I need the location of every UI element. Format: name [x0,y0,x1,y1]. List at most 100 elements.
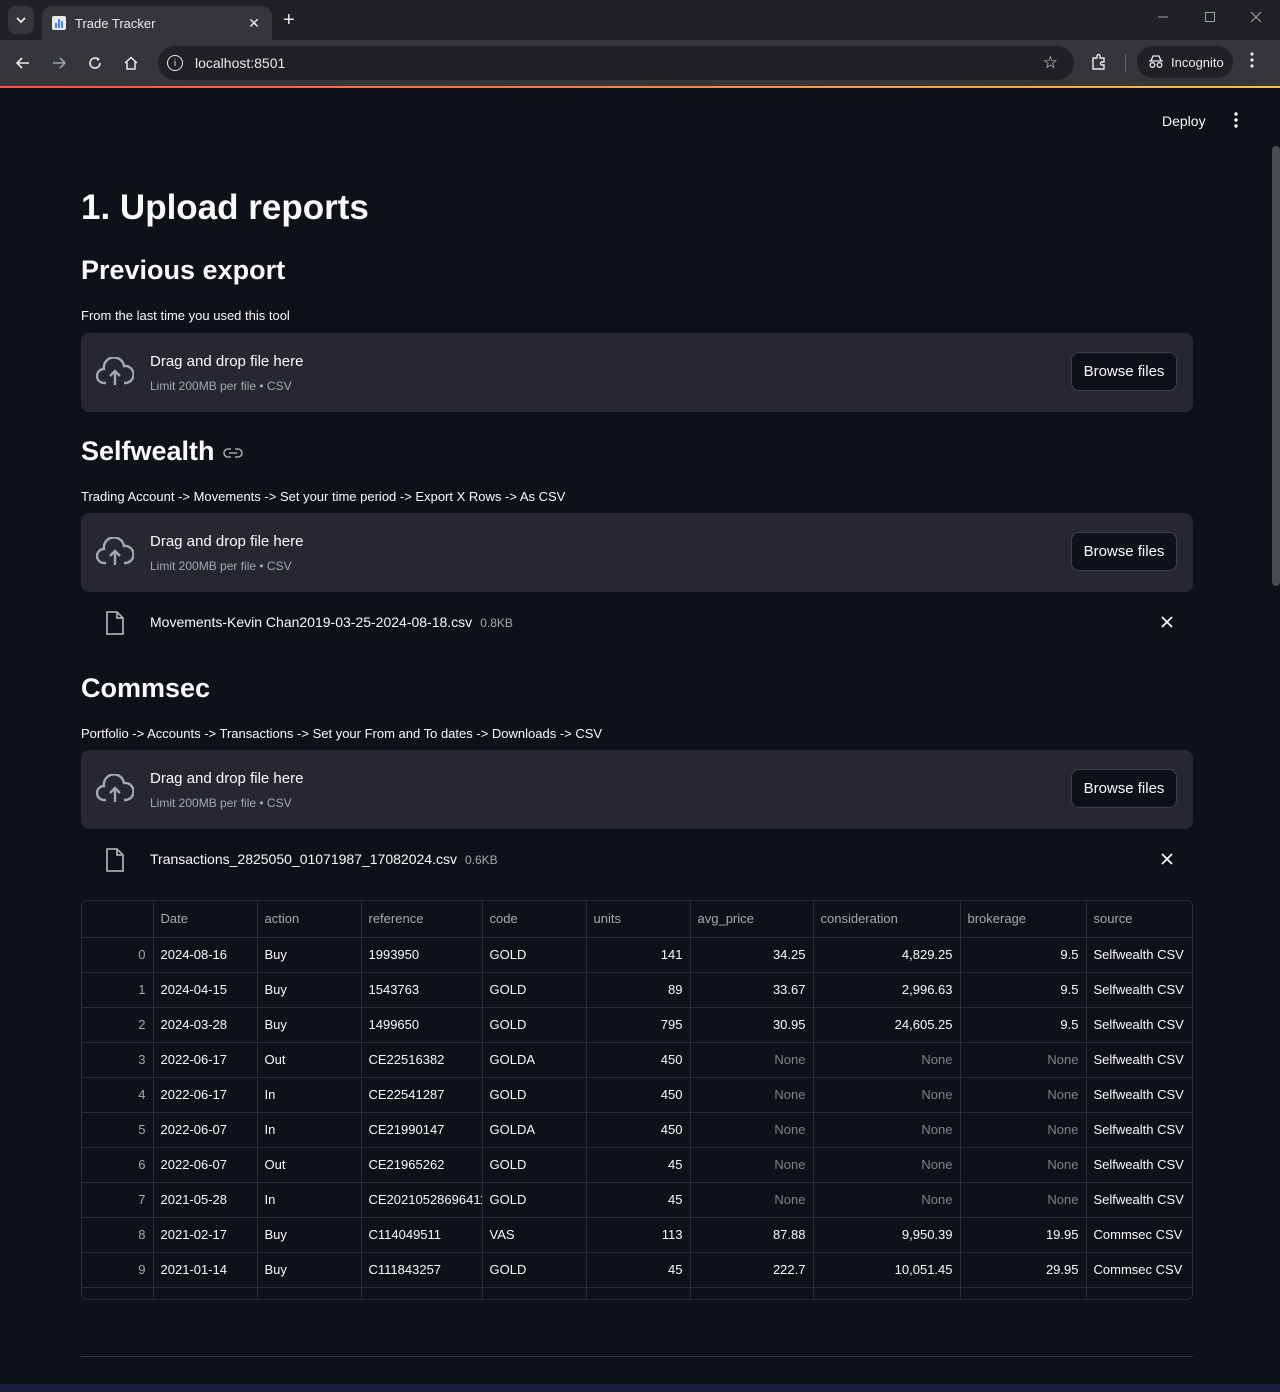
table-cell[interactable]: 450 [586,1112,691,1148]
table-cell[interactable]: GOLD [482,1007,587,1043]
table-row[interactable]: 0 2024-08-16 Buy 1993950 GOLD 141 34.25 4,829.2… [82,937,1192,973]
table-cell[interactable]: GOLD [482,1077,587,1113]
home-icon[interactable] [120,52,142,74]
table-cell[interactable]: Selfwealth CSV [1086,972,1192,1008]
browse-files-button[interactable]: Browse files [1071,532,1177,571]
table-row[interactable]: 7 2021-05-28 In CE20210528696411 GOLD 45 None N… [82,1182,1192,1218]
table-cell[interactable]: 10,051.45 [813,1252,961,1288]
table-cell[interactable]: CE21990147 [361,1112,483,1148]
table-cell[interactable]: Commsec CSV [1086,1252,1192,1288]
column-header[interactable]: brokerage [960,901,1087,938]
table-cell[interactable]: 6 [82,1147,154,1183]
minimize-icon[interactable] [1157,10,1169,26]
table-cell[interactable]: CE22516382 [361,1042,483,1078]
table-cell[interactable]: C111843257 [361,1252,483,1288]
table-cell[interactable]: GOLD [482,972,587,1008]
reload-icon[interactable] [84,52,106,74]
table-cell[interactable]: None [813,1147,961,1183]
table-cell[interactable]: Selfwealth CSV [1086,1077,1192,1113]
table-cell[interactable]: 2,996.63 [813,972,961,1008]
table-cell[interactable]: 87.88 [690,1217,814,1253]
table-cell[interactable]: 7 [82,1182,154,1218]
table-cell[interactable]: GOLD [482,1182,587,1218]
table-cell[interactable]: In [257,1077,362,1113]
table-cell[interactable]: None [960,1042,1087,1078]
table-cell[interactable]: 2022-06-17 [153,1077,258,1113]
table-cell[interactable]: Selfwealth CSV [1086,1042,1192,1078]
table-cell[interactable]: 30.95 [690,1007,814,1043]
bookmark-star-icon[interactable]: ☆ [1043,53,1058,73]
table-cell[interactable]: CE21965262 [361,1147,483,1183]
maximize-icon[interactable] [1204,10,1216,26]
table-cell[interactable]: 2022-06-17 [153,1042,258,1078]
address-bar[interactable]: i localhost:8501 ☆ [158,46,1074,80]
table-cell[interactable]: 113 [586,1217,691,1253]
column-header[interactable]: avg_price [690,901,814,938]
column-header[interactable]: action [257,901,362,938]
table-cell[interactable]: 1543763 [361,972,483,1008]
extensions-puzzle-icon[interactable] [1090,53,1108,76]
remove-file-icon[interactable] [1161,849,1173,870]
table-cell[interactable]: None [690,1077,814,1113]
table-cell[interactable]: 8 [82,1217,154,1253]
table-cell[interactable]: GOLDA [482,1042,587,1078]
table-row[interactable]: 5 2022-06-07 In CE21990147 GOLDA 450 None None N… [82,1112,1192,1148]
table-row[interactable]: 3 2022-06-17 Out CE22516382 GOLDA 450 None None… [82,1042,1192,1078]
table-cell[interactable]: 89 [586,972,691,1008]
table-cell[interactable]: GOLDA [482,1112,587,1148]
table-cell[interactable]: GOLD [482,1252,587,1288]
table-cell[interactable]: 2024-08-16 [153,937,258,973]
table-cell[interactable]: Selfwealth CSV [1086,1007,1192,1043]
table-cell[interactable]: 1993950 [361,937,483,973]
table-row[interactable]: 6 2022-06-07 Out CE21965262 GOLD 45 None None No… [82,1147,1192,1183]
table-row[interactable]: 4 2022-06-17 In CE22541287 GOLD 450 None None No… [82,1077,1192,1113]
table-cell[interactable]: 1499650 [361,1007,483,1043]
table-cell[interactable]: None [960,1112,1087,1148]
table-cell[interactable]: Buy [257,972,362,1008]
table-cell[interactable]: 450 [586,1042,691,1078]
table-cell[interactable]: CE20210528696411 [361,1182,483,1218]
table-row[interactable]: 2 2024-03-28 Buy 1499650 GOLD 795 30.95 24,605.… [82,1007,1192,1043]
column-header[interactable]: reference [361,901,483,938]
table-cell[interactable]: Commsec CSV [1086,1217,1192,1253]
page-scrollbar[interactable] [1272,146,1280,586]
table-cell[interactable]: 2024-03-28 [153,1007,258,1043]
table-cell[interactable]: 9.5 [960,937,1087,973]
table-cell[interactable]: C114049511 [361,1217,483,1253]
forward-arrow-icon[interactable] [48,52,70,74]
table-cell[interactable]: 3 [82,1042,154,1078]
table-cell[interactable]: 9.5 [960,1007,1087,1043]
table-cell[interactable]: 9.5 [960,972,1087,1008]
table-cell[interactable]: 795 [586,1007,691,1043]
table-cell[interactable]: 33.67 [690,972,814,1008]
incognito-badge[interactable]: Incognito [1137,46,1233,78]
table-cell[interactable]: VAS [482,1217,587,1253]
table-cell[interactable]: 24,605.25 [813,1007,961,1043]
browse-files-button[interactable]: Browse files [1071,352,1177,391]
table-cell[interactable]: Out [257,1042,362,1078]
table-cell[interactable]: 2021-05-28 [153,1182,258,1218]
column-header[interactable]: source [1086,901,1192,938]
deploy-button[interactable]: Deploy [1162,113,1206,129]
commsec-dropzone[interactable]: Drag and drop file here Limit 200MB per … [81,750,1193,829]
previous-export-dropzone[interactable]: Drag and drop file here Limit 200MB per … [81,333,1193,412]
table-cell[interactable]: 141 [586,937,691,973]
transactions-dataframe[interactable]: Date action reference code units avg_pri… [81,900,1193,1300]
table-cell[interactable]: 9 [82,1252,154,1288]
table-cell[interactable]: None [690,1147,814,1183]
table-cell[interactable]: 1 [82,972,154,1008]
table-cell[interactable]: 2022-06-07 [153,1112,258,1148]
table-cell[interactable]: 19.95 [960,1217,1087,1253]
table-cell[interactable]: GOLD [482,937,587,973]
table-cell[interactable]: None [690,1042,814,1078]
anchor-link-icon[interactable] [222,447,243,459]
column-header[interactable] [82,901,154,938]
new-tab-button[interactable]: + [283,9,295,31]
table-row[interactable]: 9 2021-01-14 Buy C111843257 GOLD 45 222.7 10,05… [82,1252,1192,1288]
tab-close-icon[interactable]: ✕ [246,15,262,32]
remove-file-icon[interactable] [1161,612,1173,633]
column-header[interactable]: units [586,901,691,938]
table-cell[interactable]: 45 [586,1147,691,1183]
browser-tab[interactable]: Trade Tracker ✕ [42,6,272,40]
table-cell[interactable]: 4 [82,1077,154,1113]
